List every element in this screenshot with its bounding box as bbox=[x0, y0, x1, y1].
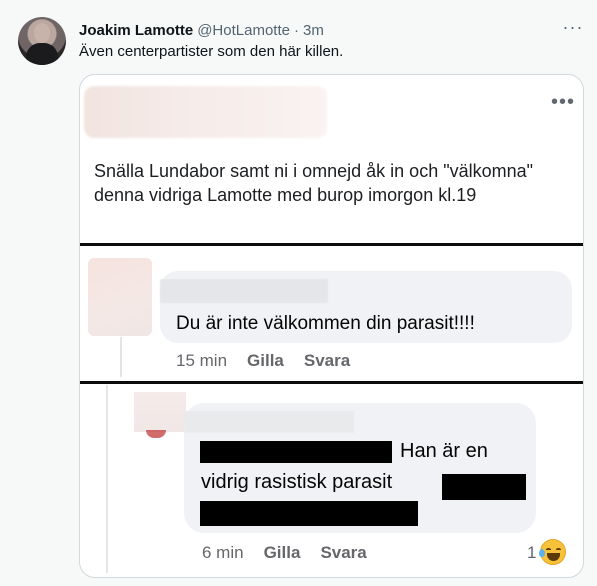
blurred-commenter-avatar bbox=[88, 258, 152, 336]
tweet-time[interactable]: 3m bbox=[303, 22, 324, 39]
reply-text-line1: Han är en bbox=[400, 440, 488, 462]
comment-time: 15 min bbox=[176, 351, 228, 370]
divider bbox=[80, 381, 583, 384]
comment-like: Gilla bbox=[247, 351, 284, 370]
replier-avatar-fragment bbox=[146, 430, 166, 438]
reply-reply: Svara bbox=[320, 543, 367, 562]
redaction-bar bbox=[442, 474, 526, 500]
reply-actions: 6 min Gilla Svara bbox=[202, 543, 367, 563]
comment-actions: 15 min Gilla Svara bbox=[176, 351, 350, 371]
avatar-head bbox=[34, 23, 50, 43]
tweet-header: Joakim Lamotte @HotLamotte · 3m bbox=[79, 20, 324, 40]
author-name[interactable]: Joakim Lamotte bbox=[79, 22, 193, 39]
blurred-post-header bbox=[84, 86, 327, 138]
emoji-mouth bbox=[547, 553, 560, 561]
reaction-count: 1 bbox=[527, 543, 537, 562]
author-handle[interactable]: @HotLamotte bbox=[197, 22, 290, 39]
comment-reply: Svara bbox=[303, 351, 351, 370]
fb-post-text: Snälla Lundabor samt ni i omnejd åk in o… bbox=[94, 161, 534, 205]
tweet-media-image[interactable]: ••• Snälla Lundabor samt ni i omnejd åk … bbox=[79, 74, 584, 578]
laughing-emoji-icon bbox=[539, 539, 566, 565]
tear-shape bbox=[539, 549, 545, 557]
divider bbox=[80, 243, 583, 246]
emoji-eye bbox=[556, 548, 561, 551]
header-separator: · bbox=[293, 21, 299, 39]
author-avatar[interactable] bbox=[18, 17, 66, 65]
emoji-eye bbox=[546, 548, 551, 551]
blurred-commenter-name bbox=[160, 279, 328, 303]
tweet-text: Även centerpartister som den här killen. bbox=[79, 43, 344, 60]
more-horizontal-icon: ••• bbox=[550, 91, 575, 113]
reply-time: 6 min bbox=[202, 543, 244, 562]
avatar-body bbox=[26, 43, 58, 65]
reply-like: Gilla bbox=[263, 543, 301, 562]
blurred-replier-name bbox=[184, 411, 354, 433]
redaction-bar bbox=[200, 441, 392, 463]
reply-thread-line bbox=[106, 385, 108, 573]
comment-text: Du är inte välkommen din parasit!!!! bbox=[176, 313, 475, 334]
tweet[interactable]: Joakim Lamotte @HotLamotte · 3m ··· Även… bbox=[0, 0, 597, 586]
reply-text-line2: vidrig rasistisk parasit bbox=[201, 471, 393, 493]
blurred-replier-avatar bbox=[134, 392, 186, 432]
more-horizontal-icon[interactable]: ··· bbox=[562, 18, 584, 40]
thread-line bbox=[120, 337, 122, 377]
redaction-bar bbox=[200, 501, 418, 526]
